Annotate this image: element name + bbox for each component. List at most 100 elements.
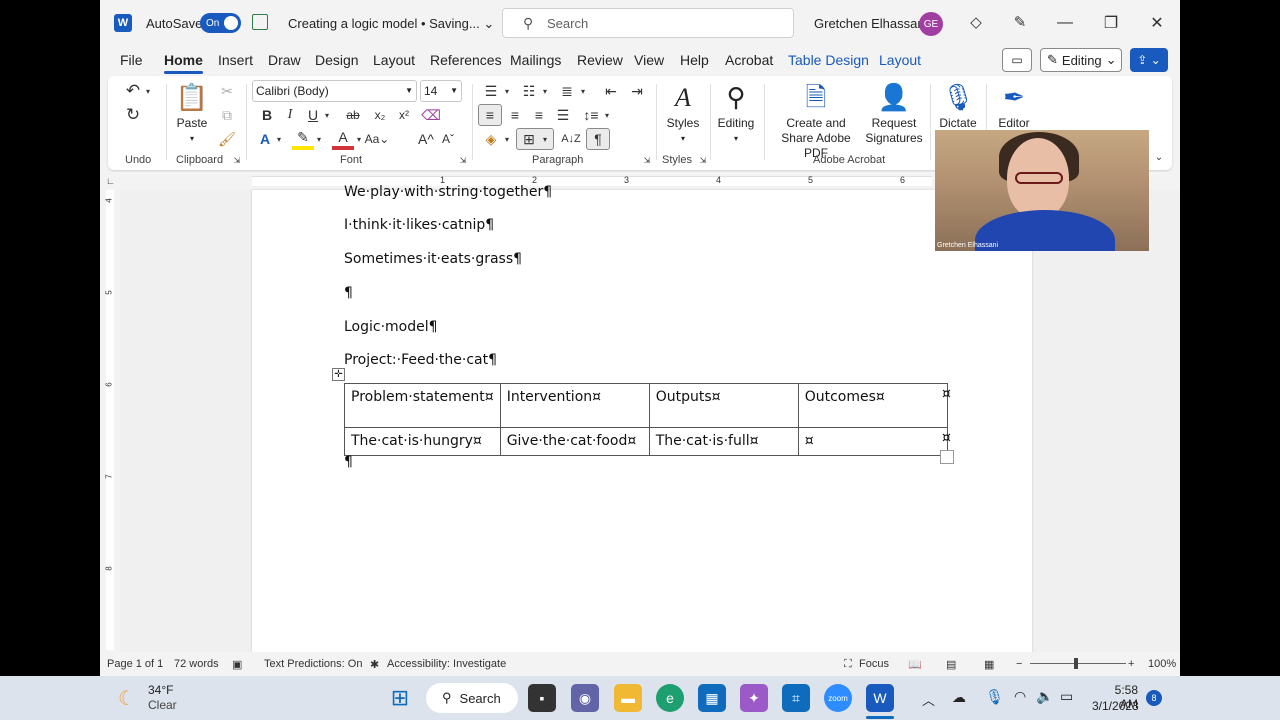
underline-icon[interactable]: U	[304, 104, 322, 126]
zoom-slider-thumb[interactable]	[1074, 658, 1078, 669]
italic-icon[interactable]: I	[281, 104, 299, 126]
paste-button[interactable]: 📋 Paste ▾	[174, 80, 210, 146]
table-cell[interactable]: ¤	[797, 427, 948, 456]
editing-mode-button[interactable]: ✎ Editing ⌄	[1040, 48, 1122, 72]
file-explorer-icon[interactable]: ▬	[614, 684, 642, 712]
paragraph[interactable]: I·think·it·likes·catnip¶	[344, 217, 494, 233]
numbering-icon[interactable]: ☷	[518, 80, 540, 102]
table-move-handle[interactable]: ✛	[332, 368, 345, 381]
chevron-down-icon[interactable]: ▾	[540, 82, 550, 100]
clock-date[interactable]: 3/1/2023	[1092, 699, 1139, 713]
teams-icon[interactable]: ◉	[571, 684, 599, 712]
dialog-launcher-icon[interactable]: ⇲	[458, 154, 468, 166]
table-cell[interactable]: The·cat·is·full¤	[648, 427, 799, 456]
create-share-pdf-button[interactable]: 🗎 Create and Share Adobe PDF	[770, 80, 862, 161]
chevron-down-icon[interactable]: ▾	[354, 130, 364, 148]
battery-icon[interactable]: ▭	[1060, 688, 1073, 705]
taskbar-search[interactable]: ⚲ Search	[426, 683, 518, 713]
tab-file[interactable]: File	[120, 52, 143, 68]
borders-icon[interactable]: ⊞	[518, 128, 540, 150]
volume-icon[interactable]: 🔈	[1036, 688, 1053, 705]
tab-review[interactable]: Review	[577, 52, 623, 68]
edge-icon[interactable]: e	[656, 684, 684, 712]
store-icon[interactable]: ▦	[698, 684, 726, 712]
align-right-icon[interactable]: ≡	[528, 104, 550, 126]
web-layout-icon[interactable]: ▦	[984, 658, 994, 671]
cut-icon[interactable]: ✂	[216, 80, 238, 102]
table-cell[interactable]: Give·the·cat·food¤	[499, 427, 650, 456]
shrink-font-icon[interactable]: Aˇ	[438, 128, 458, 150]
tab-view[interactable]: View	[634, 52, 664, 68]
grow-font-icon[interactable]: A^	[416, 128, 436, 150]
start-icon[interactable]: ⊞	[386, 684, 414, 712]
chevron-down-icon[interactable]: ▾	[314, 130, 324, 148]
cloud-icon[interactable]: ☁	[952, 689, 966, 706]
avatar[interactable]: GE	[919, 12, 943, 36]
tab-acrobat[interactable]: Acrobat	[725, 52, 773, 68]
paragraph[interactable]: We·play·with·string·together¶	[344, 184, 552, 200]
weather-icon[interactable]: ☾	[118, 686, 136, 711]
wifi-icon[interactable]: ◠	[1014, 688, 1026, 705]
zoom-app-icon[interactable]: zoom	[824, 684, 852, 712]
word-count[interactable]: 72 words	[174, 658, 219, 670]
chevron-down-icon[interactable]: ▾	[540, 130, 550, 148]
read-mode-icon[interactable]: 📖	[908, 658, 922, 671]
focus-button[interactable]: Focus	[859, 658, 889, 670]
tab-design[interactable]: Design	[315, 52, 359, 68]
chevron-down-icon[interactable]: ▾	[274, 130, 284, 148]
subscript-icon[interactable]: x₂	[370, 104, 390, 126]
dialog-launcher-icon[interactable]: ⇲	[232, 154, 242, 166]
share-button[interactable]: ⇪ ⌄	[1130, 48, 1168, 72]
tab-draw[interactable]: Draw	[268, 52, 301, 68]
align-center-icon[interactable]: ≡	[504, 104, 526, 126]
tab-help[interactable]: Help	[680, 52, 709, 68]
tab-table-layout[interactable]: Layout	[879, 52, 921, 68]
minimize-icon[interactable]: —	[1052, 10, 1078, 36]
chevron-down-icon[interactable]: ▾	[602, 106, 612, 124]
collapse-ribbon-icon[interactable]: ⌄	[1152, 150, 1166, 164]
search-input[interactable]	[547, 14, 777, 32]
zoom-out-icon[interactable]: −	[1016, 658, 1022, 670]
table-cell[interactable]: Outputs¤	[648, 383, 799, 428]
document-title[interactable]: Creating a logic model • Saving... ⌄	[288, 16, 494, 32]
task-view-icon[interactable]: ▪	[528, 684, 556, 712]
styles-button[interactable]: A Styles ▾	[664, 80, 702, 146]
editor-button[interactable]: ✒ Editor	[992, 80, 1036, 131]
clear-formatting-icon[interactable]: ⌫	[420, 104, 442, 126]
dictate-button[interactable]: 🎙 Dictate	[936, 80, 980, 131]
font-size-combo[interactable]: 14 ▼	[420, 80, 462, 102]
line-spacing-icon[interactable]: ↕≡	[580, 104, 602, 126]
autosave-toggle[interactable]: On	[200, 13, 241, 33]
format-painter-icon[interactable]: 🖌	[216, 128, 238, 150]
chevron-down-icon[interactable]: ▾	[578, 82, 588, 100]
microphone-icon[interactable]: 🎙	[985, 688, 1004, 706]
multilevel-list-icon[interactable]: ≣	[556, 80, 578, 102]
shading-icon[interactable]: ◈	[480, 128, 502, 150]
table-cell[interactable]: Problem·statement¤	[344, 383, 501, 428]
bullets-icon[interactable]: ☰	[480, 80, 502, 102]
tab-home[interactable]: Home	[164, 52, 203, 74]
weather-temp[interactable]: 34°F	[148, 683, 173, 697]
sort-icon[interactable]: A↓Z	[560, 128, 582, 150]
tab-table-design[interactable]: Table Design	[788, 52, 869, 68]
table-cell[interactable]: The·cat·is·hungry¤	[344, 427, 501, 456]
pen-icon[interactable]: ✎	[1010, 12, 1030, 32]
increase-indent-icon[interactable]: ⇥	[626, 80, 648, 102]
copy-icon[interactable]: ⧉	[216, 104, 238, 126]
tab-selector-icon[interactable]: ∟	[106, 176, 115, 186]
proofing-icon[interactable]: ▣	[232, 658, 242, 671]
highlight-icon[interactable]: ✎	[292, 128, 314, 150]
notification-badge[interactable]: 8	[1146, 690, 1162, 706]
strikethrough-icon[interactable]: ab	[342, 104, 364, 126]
search-box[interactable]: ⚲	[502, 8, 794, 38]
document-page[interactable]: We·play·with·string·together¶ I·think·it…	[252, 184, 1032, 660]
chevron-up-icon[interactable]: ︿	[922, 690, 935, 709]
restore-icon[interactable]: ❐	[1098, 10, 1124, 36]
chevron-down-icon[interactable]: ▾	[322, 106, 332, 124]
save-icon[interactable]	[252, 14, 268, 30]
page-count[interactable]: Page 1 of 1	[107, 658, 163, 670]
table-cell[interactable]: Outcomes¤	[797, 383, 948, 428]
text-effects-icon[interactable]: A	[254, 128, 276, 150]
font-name-combo[interactable]: Calibri (Body) ▼	[252, 80, 417, 102]
copilot-icon[interactable]: ✦	[740, 684, 768, 712]
